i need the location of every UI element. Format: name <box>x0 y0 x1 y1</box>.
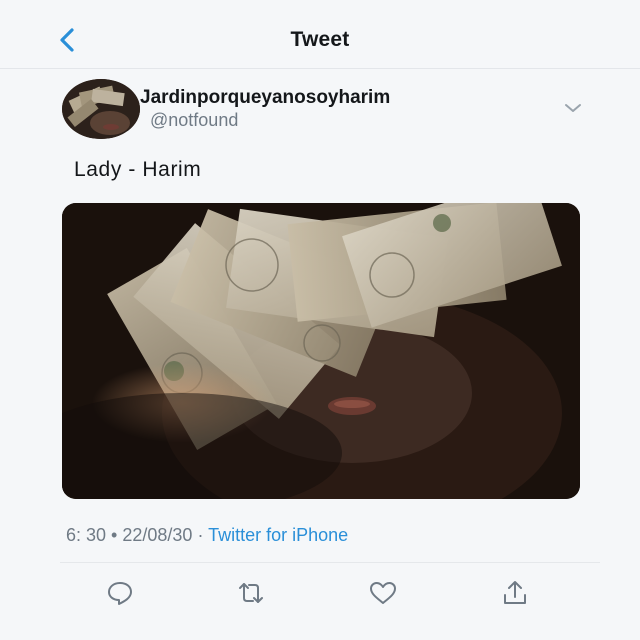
retweet-icon[interactable] <box>236 580 266 606</box>
heart-icon[interactable] <box>368 580 398 606</box>
source-link[interactable]: Twitter for iPhone <box>208 525 348 545</box>
share-icon[interactable] <box>500 580 530 606</box>
tweet-time: 6: 30 <box>66 525 107 545</box>
media-photo <box>62 203 580 499</box>
tweet-screen: Tweet Jardinporqueyanosoyharim @notfound… <box>0 0 640 640</box>
tweet-media[interactable] <box>62 203 580 499</box>
chevron-down-icon[interactable] <box>562 100 584 116</box>
author-display-name[interactable]: Jardinporqueyanosoyharim <box>140 87 390 109</box>
tweet-date: 22/08/30 <box>122 525 193 545</box>
reply-icon[interactable] <box>105 580 135 606</box>
avatar-image <box>62 79 140 139</box>
page-title: Tweet <box>290 28 350 51</box>
tweet-text: Lady - Harim <box>74 158 202 181</box>
divider <box>60 562 600 563</box>
meta-separator: • <box>106 525 123 545</box>
tweet-meta: 6: 30 • 22/08/30 · Twitter for iPhone <box>66 525 348 546</box>
author-username[interactable]: @notfound <box>150 110 238 131</box>
meta-separator: · <box>192 525 209 545</box>
avatar[interactable] <box>62 79 140 139</box>
header: Tweet <box>0 0 640 69</box>
